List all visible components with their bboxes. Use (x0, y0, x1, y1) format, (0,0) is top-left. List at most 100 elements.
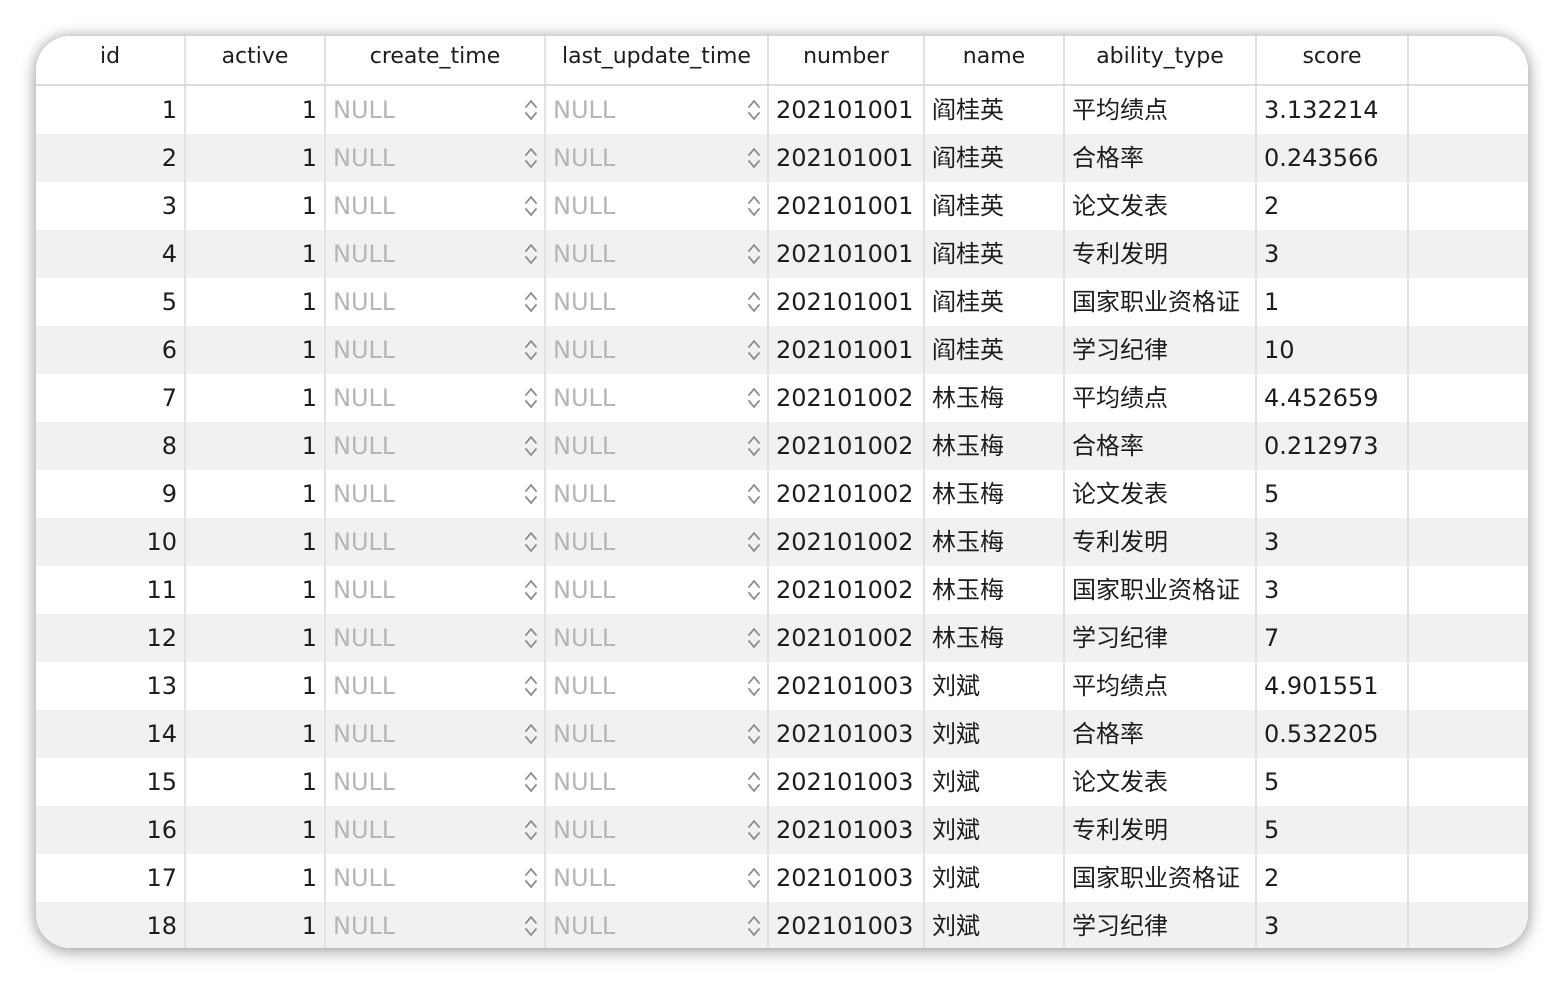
up-down-chevron-icon[interactable] (747, 914, 761, 938)
cell-score[interactable]: 3 (1257, 518, 1409, 566)
cell-ability-type[interactable]: 论文发表 (1065, 758, 1257, 806)
up-down-chevron-icon[interactable] (524, 386, 538, 410)
cell-score[interactable]: 10 (1257, 326, 1409, 374)
table-row[interactable]: 18 1 NULL NULL 202101003 刘斌 学习纪律 3 (36, 902, 1528, 948)
cell-name[interactable]: 阎桂英 (925, 230, 1065, 278)
up-down-chevron-icon[interactable] (747, 482, 761, 506)
up-down-chevron-icon[interactable] (747, 386, 761, 410)
cell-active[interactable]: 1 (186, 326, 326, 374)
cell-id[interactable]: 10 (36, 518, 186, 566)
column-header-create-time[interactable]: create_time (326, 36, 546, 84)
cell-active[interactable]: 1 (186, 614, 326, 662)
cell-ability-type[interactable]: 专利发明 (1065, 518, 1257, 566)
table-row[interactable]: 13 1 NULL NULL 202101003 刘斌 平均绩点 4.901551 (36, 662, 1528, 710)
cell-active[interactable]: 1 (186, 230, 326, 278)
column-header-score[interactable]: score (1257, 36, 1409, 84)
cell-create-time[interactable]: NULL (326, 470, 546, 518)
cell-create-time[interactable]: NULL (326, 518, 546, 566)
cell-active[interactable]: 1 (186, 86, 326, 134)
cell-ability-type[interactable]: 平均绩点 (1065, 86, 1257, 134)
table-row[interactable]: 11 1 NULL NULL 202101002 林玉梅 国家职业资格证 3 (36, 566, 1528, 614)
cell-number[interactable]: 202101002 (769, 614, 925, 662)
cell-last-update-time[interactable]: NULL (546, 374, 769, 422)
column-header-name[interactable]: name (925, 36, 1065, 84)
cell-ability-type[interactable]: 论文发表 (1065, 182, 1257, 230)
cell-ability-type[interactable]: 国家职业资格证 (1065, 278, 1257, 326)
cell-active[interactable]: 1 (186, 134, 326, 182)
up-down-chevron-icon[interactable] (747, 674, 761, 698)
cell-number[interactable]: 202101003 (769, 902, 925, 948)
cell-id[interactable]: 2 (36, 134, 186, 182)
cell-last-update-time[interactable]: NULL (546, 326, 769, 374)
up-down-chevron-icon[interactable] (747, 818, 761, 842)
column-header-ability-type[interactable]: ability_type (1065, 36, 1257, 84)
cell-create-time[interactable]: NULL (326, 86, 546, 134)
cell-last-update-time[interactable]: NULL (546, 182, 769, 230)
up-down-chevron-icon[interactable] (747, 530, 761, 554)
up-down-chevron-icon[interactable] (524, 290, 538, 314)
cell-active[interactable]: 1 (186, 374, 326, 422)
cell-last-update-time[interactable]: NULL (546, 662, 769, 710)
cell-create-time[interactable]: NULL (326, 710, 546, 758)
cell-create-time[interactable]: NULL (326, 854, 546, 902)
table-row[interactable]: 5 1 NULL NULL 202101001 阎桂英 国家职业资格证 1 (36, 278, 1528, 326)
cell-ability-type[interactable]: 合格率 (1065, 422, 1257, 470)
table-row[interactable]: 12 1 NULL NULL 202101002 林玉梅 学习纪律 7 (36, 614, 1528, 662)
cell-name[interactable]: 阎桂英 (925, 182, 1065, 230)
cell-id[interactable]: 3 (36, 182, 186, 230)
cell-score[interactable]: 4.452659 (1257, 374, 1409, 422)
up-down-chevron-icon[interactable] (524, 530, 538, 554)
cell-number[interactable]: 202101002 (769, 518, 925, 566)
cell-active[interactable]: 1 (186, 278, 326, 326)
cell-name[interactable]: 林玉梅 (925, 566, 1065, 614)
cell-ability-type[interactable]: 专利发明 (1065, 806, 1257, 854)
cell-create-time[interactable]: NULL (326, 566, 546, 614)
cell-last-update-time[interactable]: NULL (546, 854, 769, 902)
cell-id[interactable]: 15 (36, 758, 186, 806)
table-row[interactable]: 15 1 NULL NULL 202101003 刘斌 论文发表 5 (36, 758, 1528, 806)
up-down-chevron-icon[interactable] (747, 290, 761, 314)
cell-score[interactable]: 2 (1257, 854, 1409, 902)
cell-name[interactable]: 林玉梅 (925, 470, 1065, 518)
cell-create-time[interactable]: NULL (326, 422, 546, 470)
cell-create-time[interactable]: NULL (326, 758, 546, 806)
cell-ability-type[interactable]: 专利发明 (1065, 230, 1257, 278)
cell-score[interactable]: 4.901551 (1257, 662, 1409, 710)
cell-create-time[interactable]: NULL (326, 278, 546, 326)
cell-create-time[interactable]: NULL (326, 326, 546, 374)
cell-last-update-time[interactable]: NULL (546, 422, 769, 470)
cell-create-time[interactable]: NULL (326, 902, 546, 948)
cell-id[interactable]: 17 (36, 854, 186, 902)
cell-score[interactable]: 3 (1257, 230, 1409, 278)
cell-name[interactable]: 刘斌 (925, 662, 1065, 710)
up-down-chevron-icon[interactable] (524, 818, 538, 842)
cell-name[interactable]: 林玉梅 (925, 614, 1065, 662)
cell-ability-type[interactable]: 国家职业资格证 (1065, 854, 1257, 902)
cell-number[interactable]: 202101001 (769, 182, 925, 230)
cell-score[interactable]: 2 (1257, 182, 1409, 230)
cell-ability-type[interactable]: 合格率 (1065, 134, 1257, 182)
cell-number[interactable]: 202101001 (769, 230, 925, 278)
cell-ability-type[interactable]: 学习纪律 (1065, 326, 1257, 374)
table-row[interactable]: 1 1 NULL NULL 202101001 阎桂英 平均绩点 3.132214 (36, 86, 1528, 134)
cell-score[interactable]: 3.132214 (1257, 86, 1409, 134)
cell-name[interactable]: 阎桂英 (925, 134, 1065, 182)
cell-name[interactable]: 阎桂英 (925, 86, 1065, 134)
cell-last-update-time[interactable]: NULL (546, 614, 769, 662)
cell-score[interactable]: 5 (1257, 470, 1409, 518)
cell-name[interactable]: 林玉梅 (925, 518, 1065, 566)
column-header-id[interactable]: id (36, 36, 186, 84)
cell-last-update-time[interactable]: NULL (546, 470, 769, 518)
up-down-chevron-icon[interactable] (524, 770, 538, 794)
cell-score[interactable]: 7 (1257, 614, 1409, 662)
cell-last-update-time[interactable]: NULL (546, 134, 769, 182)
up-down-chevron-icon[interactable] (747, 338, 761, 362)
cell-name[interactable]: 刘斌 (925, 758, 1065, 806)
cell-number[interactable]: 202101002 (769, 422, 925, 470)
cell-last-update-time[interactable]: NULL (546, 278, 769, 326)
cell-id[interactable]: 14 (36, 710, 186, 758)
cell-score[interactable]: 0.212973 (1257, 422, 1409, 470)
cell-ability-type[interactable]: 平均绩点 (1065, 374, 1257, 422)
cell-create-time[interactable]: NULL (326, 374, 546, 422)
cell-active[interactable]: 1 (186, 854, 326, 902)
